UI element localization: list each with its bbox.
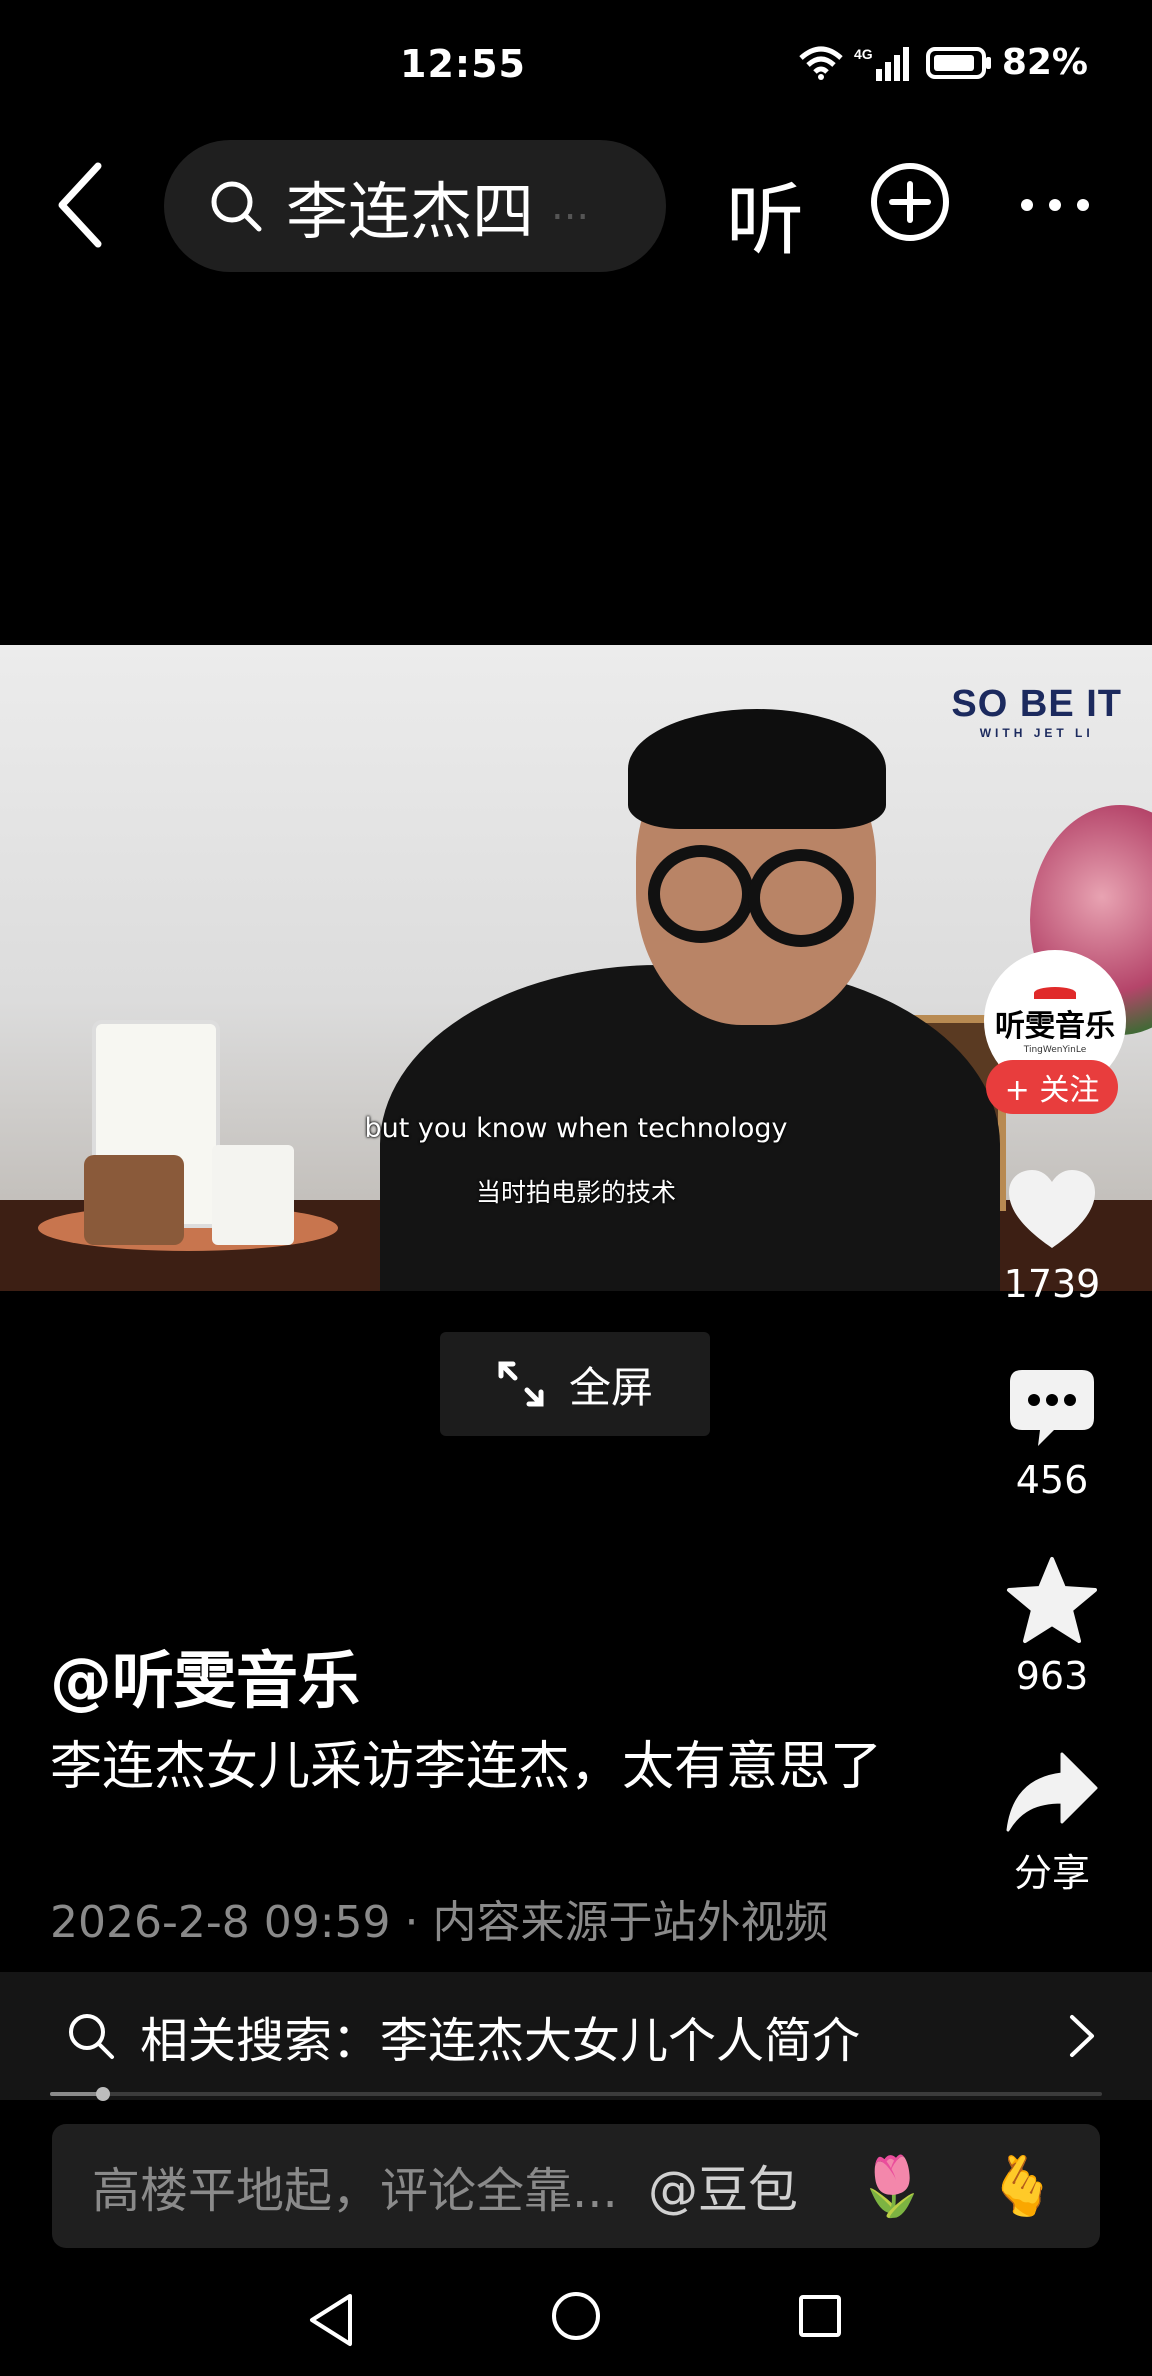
back-arrow-icon[interactable] [52, 160, 112, 250]
add-circle-icon[interactable] [868, 160, 952, 244]
avatar-logo-arc [1034, 987, 1076, 999]
search-icon [69, 2014, 114, 2059]
nav-back-icon[interactable] [306, 2292, 356, 2348]
mention-doubao-button[interactable]: @豆包 [648, 2150, 798, 2222]
status-time: 12:55 [400, 42, 526, 86]
comment-count: 456 [1015, 1458, 1089, 1502]
author-name[interactable]: @听雯音乐 [50, 1630, 360, 1720]
svg-text:4G: 4G [854, 46, 873, 62]
comment-bubble-icon [1010, 1370, 1094, 1446]
video-brand-logo: SO BE IT WITH JET LI [951, 683, 1122, 740]
rose-emoji-button[interactable]: 🌷 [856, 2152, 928, 2221]
like-button[interactable]: 1739 [972, 1168, 1132, 1306]
nav-home-icon[interactable] [550, 2290, 602, 2342]
share-arrow-icon [1006, 1752, 1098, 1832]
post-caption: 李连杰女儿采访李连杰，太有意思了 [50, 1737, 883, 1797]
video-progress-handle[interactable] [95, 2087, 110, 2101]
video-person-glasses-right [748, 849, 854, 947]
battery-percent: 82% [1001, 42, 1088, 83]
brand-logo-title: SO BE IT [951, 683, 1122, 725]
expand-icon [498, 1361, 544, 1407]
video-progress-track[interactable] [50, 2092, 1102, 2096]
search-bar[interactable]: 李连杰四 ... [164, 140, 666, 272]
wifi-icon [799, 46, 843, 80]
share-button[interactable]: 分享 [972, 1752, 1132, 1897]
search-query: 李连杰四 [286, 175, 535, 248]
share-label: 分享 [1013, 1851, 1090, 1895]
search-overflow: ... [551, 183, 590, 229]
finger-heart-emoji-button[interactable]: 🫰 [986, 2152, 1058, 2221]
status-icons: 4G 82% [798, 42, 1088, 83]
comment-input-bar[interactable]: 高楼平地起，评论全靠... @豆包 🌷 🫰 [52, 2124, 1100, 2248]
like-count: 1739 [1003, 1262, 1101, 1306]
fullscreen-button[interactable]: 全屏 [440, 1332, 710, 1436]
related-search-text: 相关搜索：李连杰大女儿个人简介 [140, 2013, 861, 2069]
more-options-icon[interactable] [1020, 198, 1090, 212]
post-meta: 2026-2-8 09:59 · 内容来源于站外视频 [50, 1897, 829, 1948]
related-search-bar[interactable]: 相关搜索：李连杰大女儿个人简介 [0, 1972, 1152, 2100]
video-person-hair [628, 709, 886, 829]
video-progress-fill [50, 2092, 103, 2096]
search-icon [211, 181, 262, 232]
avatar-logo-text: 听雯音乐 [995, 1009, 1115, 1044]
listen-button[interactable]: 听 [726, 158, 804, 270]
nav-recents-icon[interactable] [798, 2294, 842, 2338]
fullscreen-label: 全屏 [568, 1362, 653, 1412]
chevron-right-icon [1070, 2015, 1094, 2057]
comment-placeholder: 高楼平地起，评论全靠... [92, 2163, 618, 2219]
cellular-signal-icon: 4G [854, 46, 909, 81]
avatar-logo-subtext: TingWenYinLe [1023, 1045, 1087, 1055]
video-subtitle-en: but you know when technology [364, 1113, 788, 1144]
brand-logo-subtitle: WITH JET LI [979, 726, 1094, 740]
star-icon [1007, 1557, 1097, 1643]
favorite-button[interactable]: 963 [972, 1556, 1132, 1698]
comment-button[interactable]: 456 [972, 1368, 1132, 1502]
heart-icon [1009, 1170, 1095, 1248]
follow-button[interactable]: + 关注 [986, 1060, 1118, 1114]
favorite-count: 963 [1015, 1654, 1089, 1698]
video-person-glasses-left [648, 845, 754, 943]
battery-icon [925, 46, 991, 79]
